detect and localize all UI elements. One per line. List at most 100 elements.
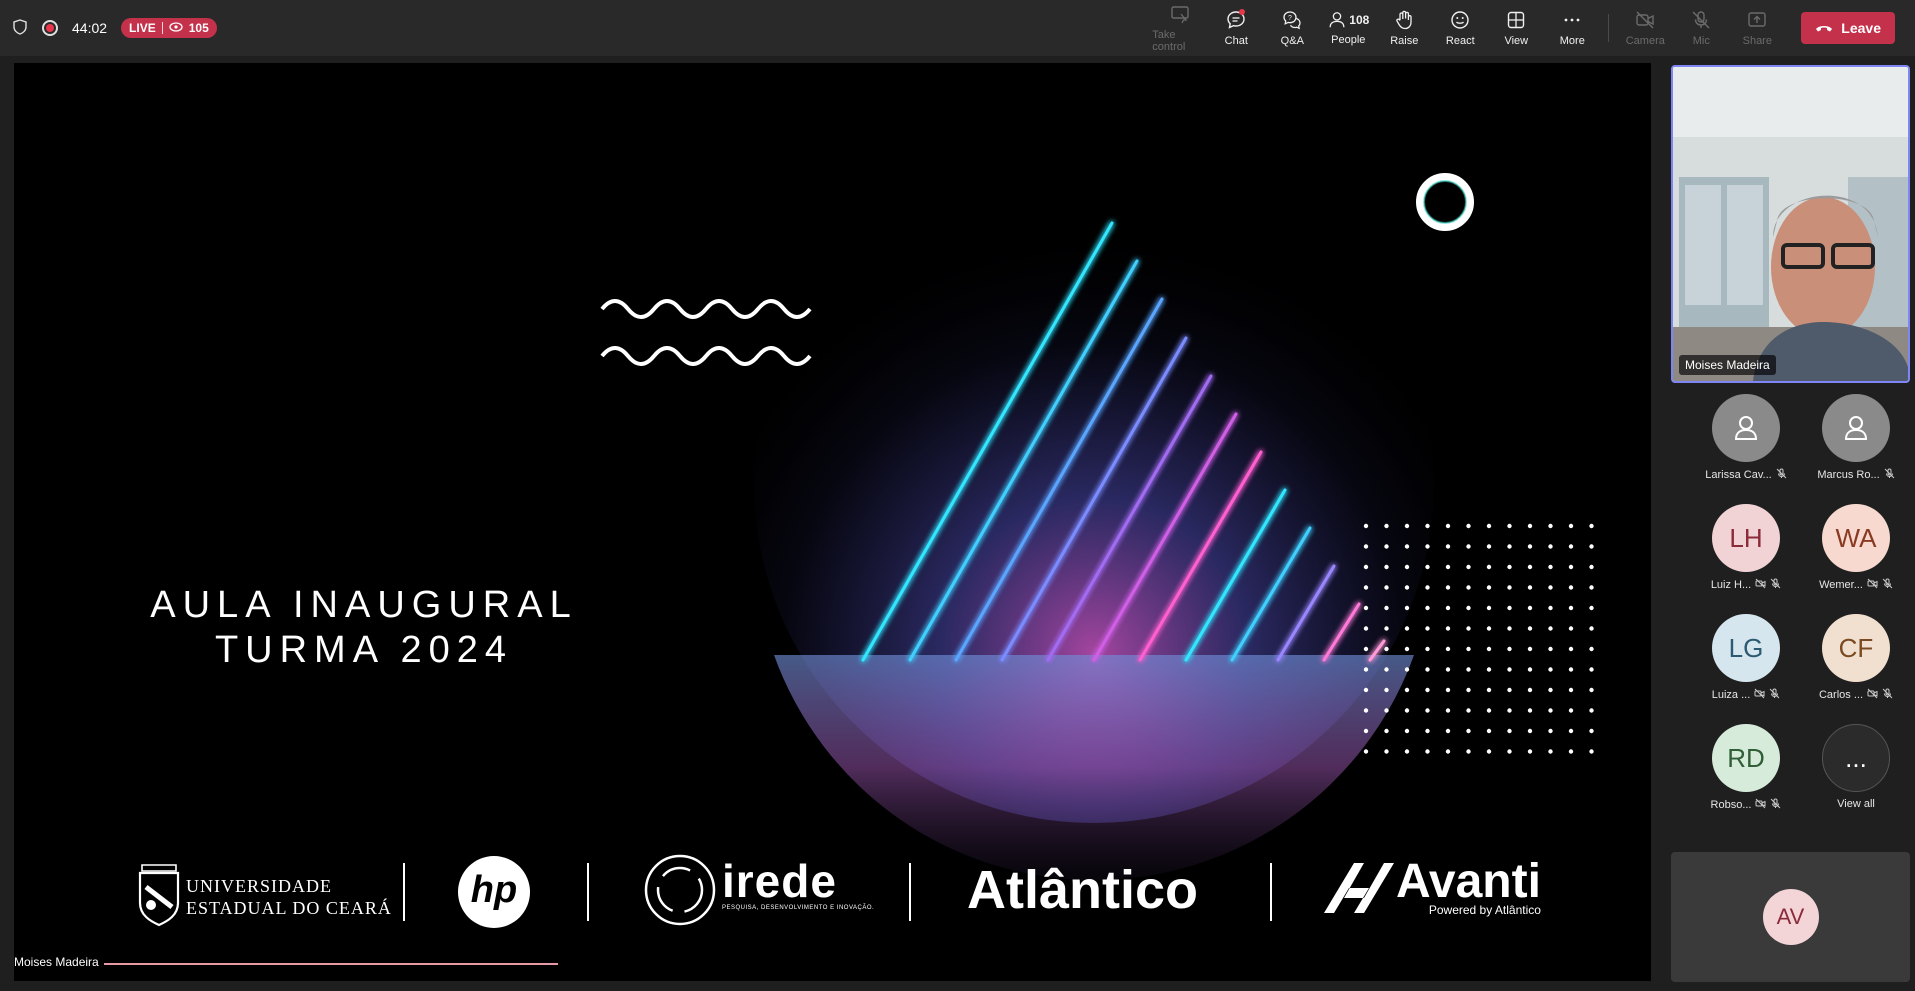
- self-video-tile[interactable]: Moises Madeira: [1671, 65, 1910, 383]
- participant-tile[interactable]: CF Carlos ...: [1801, 614, 1911, 714]
- self-name-tag: Moises Madeira: [1679, 355, 1776, 375]
- decorative-dot: [1404, 585, 1410, 590]
- decorative-dot: [1404, 749, 1410, 754]
- decorative-dot: [1466, 523, 1471, 529]
- leave-button[interactable]: Leave: [1801, 12, 1895, 44]
- decorative-dot: [1363, 544, 1369, 549]
- decorative-dot: [1363, 626, 1369, 631]
- camera-button[interactable]: Camera: [1617, 0, 1673, 56]
- qa-button[interactable]: ? Q&A: [1264, 0, 1320, 56]
- decorative-dot: [1404, 708, 1410, 713]
- decorative-dot: [1527, 585, 1533, 590]
- decorative-dot: [1445, 626, 1451, 631]
- avatar: CF: [1822, 614, 1890, 682]
- decorative-dot: [1548, 605, 1553, 611]
- avatar: [1712, 394, 1780, 462]
- decorative-dot: [1548, 523, 1553, 529]
- decorative-dot: [1568, 523, 1574, 529]
- view-button[interactable]: View: [1488, 0, 1544, 56]
- participant-tile[interactable]: RD Robso...: [1691, 724, 1801, 824]
- decorative-dot: [1363, 646, 1369, 652]
- take-control-button[interactable]: Take control: [1152, 0, 1208, 56]
- decorative-dot: [1589, 626, 1594, 631]
- decorative-dot: [1363, 667, 1369, 672]
- decorative-dot: [1527, 708, 1533, 713]
- mic-off-icon: [1770, 798, 1781, 812]
- decorative-dot: [1425, 749, 1430, 754]
- decorative-dot: [1527, 687, 1533, 693]
- decorative-dot: [1507, 585, 1512, 590]
- avanti-logo-icon: [1324, 863, 1394, 913]
- decorative-dot: [1445, 646, 1451, 652]
- toolbar-divider: [1608, 14, 1610, 42]
- live-badge[interactable]: LIVE 105: [121, 18, 217, 38]
- more-button[interactable]: More: [1544, 0, 1600, 56]
- chat-button[interactable]: Chat: [1208, 0, 1264, 56]
- decorative-dot: [1507, 605, 1512, 611]
- decorative-dot: [1384, 585, 1389, 590]
- decorative-dot: [1384, 749, 1389, 754]
- decorative-dot: [1466, 708, 1471, 713]
- decorative-dot: [1404, 564, 1410, 570]
- camera-off-icon: [1755, 798, 1766, 812]
- decorative-dot: [1404, 605, 1410, 611]
- decorative-dot: [1486, 687, 1492, 693]
- decorative-dot: [1589, 544, 1594, 549]
- smiley-icon: [1451, 11, 1469, 29]
- decorative-dot: [1507, 646, 1512, 652]
- decorative-dot: [1445, 708, 1451, 713]
- decorative-dot: [1548, 687, 1553, 693]
- decorative-dot: [1486, 523, 1492, 529]
- decorative-dot: [1425, 646, 1430, 652]
- slide-graphic: [138, 143, 1594, 928]
- share-button[interactable]: Share: [1729, 0, 1785, 56]
- decorative-dot: [1548, 708, 1553, 713]
- camera-off-icon: [1754, 688, 1765, 702]
- participant-tile[interactable]: Larissa Cav...: [1691, 394, 1801, 494]
- people-button[interactable]: 108 People: [1320, 0, 1376, 56]
- decorative-dot: [1589, 708, 1594, 713]
- decorative-dot: [1404, 687, 1410, 693]
- irede-logo: irede PESQUISA, DESENVOLVIMENTO E INOVAÇ…: [722, 855, 875, 911]
- decorative-dot: [1507, 564, 1512, 570]
- decorative-dot: [1507, 626, 1512, 631]
- decorative-dot: [1589, 605, 1594, 611]
- participant-tile[interactable]: WA Wemer...: [1801, 504, 1911, 604]
- raise-hand-button[interactable]: Raise: [1376, 0, 1432, 56]
- decorative-dot: [1568, 667, 1574, 672]
- view-all-button[interactable]: ... View all: [1801, 724, 1911, 824]
- viewer-count: 105: [188, 21, 209, 35]
- decorative-dot: [1486, 708, 1492, 713]
- decorative-dot: [1384, 564, 1389, 570]
- decorative-dot: [1363, 728, 1369, 734]
- decorative-dot: [1425, 708, 1430, 713]
- decorative-dot: [1363, 708, 1369, 713]
- decorative-dot: [1486, 544, 1492, 549]
- decorative-dot: [1404, 544, 1410, 549]
- decorative-dot: [1527, 728, 1533, 734]
- people-count: 108: [1349, 13, 1370, 27]
- svg-text:?: ?: [1288, 15, 1292, 22]
- meeting-status: 44:02 LIVE 105: [12, 0, 217, 56]
- shield-icon: [12, 18, 28, 38]
- decorative-dot: [1568, 605, 1574, 611]
- decorative-dot: [1486, 749, 1492, 754]
- participant-tile[interactable]: LG Luiza ...: [1691, 614, 1801, 714]
- decorative-dot: [1363, 605, 1369, 611]
- overflow-participant-tile[interactable]: AV: [1671, 852, 1910, 982]
- decorative-dot: [1568, 585, 1574, 590]
- decorative-dot: [1589, 667, 1594, 672]
- participant-name: Marcus Ro...: [1817, 468, 1895, 482]
- meeting-timer: 44:02: [72, 20, 108, 36]
- react-button[interactable]: React: [1432, 0, 1488, 56]
- participant-tile[interactable]: Marcus Ro...: [1801, 394, 1911, 494]
- decorative-dot: [1568, 544, 1574, 549]
- mic-button[interactable]: Mic: [1673, 0, 1729, 56]
- decorative-dot: [1384, 646, 1389, 652]
- participant-tile[interactable]: LH Luiz H...: [1691, 504, 1801, 604]
- participant-name: Larissa Cav...: [1705, 468, 1787, 482]
- decorative-dot: [1404, 523, 1410, 529]
- decorative-dot: [1527, 667, 1533, 672]
- decorative-dot: [1425, 544, 1430, 549]
- decorative-dot: [1445, 749, 1451, 754]
